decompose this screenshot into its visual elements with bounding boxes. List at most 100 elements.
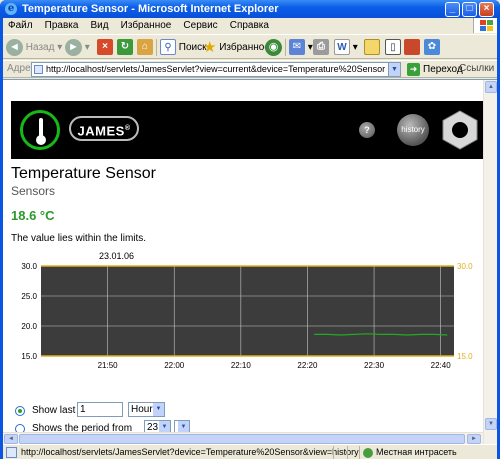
messenger-button[interactable]: ✿ [424, 38, 440, 57]
close-button[interactable]: × [479, 2, 494, 17]
toolbar-separator [156, 39, 157, 56]
note-icon [364, 39, 380, 56]
go-button[interactable]: ➜ Переход [407, 63, 463, 76]
status-separator [333, 446, 334, 459]
window-title: Temperature Sensor - Microsoft Internet … [22, 3, 279, 15]
menu-tools[interactable]: Сервис [183, 18, 217, 33]
scroll-left-icon[interactable]: ◄ [4, 434, 18, 444]
favorites-button[interactable]: ★ Избранное [203, 38, 270, 57]
scroll-right-icon[interactable]: ► [467, 434, 481, 444]
windows-logo-icon [473, 18, 497, 33]
star-icon: ★ [203, 39, 217, 56]
discuss-button[interactable] [364, 38, 380, 57]
logo-text: JAMES [77, 123, 125, 139]
minimize-button[interactable]: _ [445, 2, 460, 17]
refresh-icon: ↻ [117, 39, 133, 56]
links-button[interactable]: Ссылки [459, 63, 494, 74]
thermometer-icon [20, 110, 60, 150]
address-dropdown-icon[interactable]: ▼ [388, 62, 401, 77]
chart-title: 23.01.06 [99, 251, 134, 261]
menu-bar: Файл Правка Вид Избранное Сервис Справка [3, 18, 497, 33]
search-icon: ⚲ [160, 39, 176, 56]
show-last-label: Show last [32, 405, 76, 416]
scroll-down-icon[interactable]: ▼ [485, 418, 497, 430]
status-text: http://localhost/servlets/JamesServlet?d… [21, 447, 359, 457]
page-icon [34, 65, 43, 74]
menu-view[interactable]: Вид [91, 18, 109, 33]
forward-button[interactable]: ► ▾ [65, 38, 90, 57]
unit-select[interactable]: Hours ▼ [128, 402, 165, 417]
home-button[interactable]: ⌂ [137, 38, 153, 57]
lower-limit-label: 15.0 [457, 352, 473, 361]
x-tick-label: 22:40 [431, 361, 452, 370]
address-url: http://localhost/servlets/JamesServlet?v… [46, 64, 386, 74]
book-icon [404, 39, 420, 56]
toolbar: ◄ Назад ▾ ► ▾ × ↻ ⌂ ⚲ Поиск ★ Избранное … [3, 34, 497, 59]
help-button[interactable]: ? [359, 122, 375, 138]
go-arrow-icon: ➜ [407, 63, 420, 76]
page-status-icon [6, 447, 17, 458]
maximize-button[interactable]: □ [462, 2, 477, 17]
search-button[interactable]: ⚲ Поиск [160, 38, 207, 57]
limits-status-text: The value lies within the limits. [11, 233, 147, 244]
status-separator [347, 446, 348, 459]
page-title: Temperature Sensor [11, 165, 156, 182]
home-icon: ⌂ [137, 39, 153, 56]
menu-favorites[interactable]: Избранное [121, 18, 172, 33]
title-bar[interactable]: e Temperature Sensor - Microsoft Interne… [0, 0, 500, 18]
scroll-up-icon[interactable]: ▲ [485, 81, 497, 93]
research-button[interactable]: ▯ [385, 38, 401, 57]
x-tick-label: 21:50 [98, 361, 119, 370]
menu-file[interactable]: Файл [8, 18, 33, 33]
mail-button[interactable]: ✉ ▾ [289, 38, 313, 57]
media-icon: ◉ [265, 38, 282, 56]
address-input[interactable]: http://localhost/servlets/JamesServlet?v… [31, 62, 400, 77]
media-button[interactable]: ◉ [265, 38, 282, 57]
x-tick-label: 22:20 [297, 361, 318, 370]
show-last-radio[interactable] [15, 406, 25, 416]
security-zone: Местная интрасеть [363, 447, 457, 458]
logo-mark: ® [124, 125, 131, 132]
menu-help[interactable]: Справка [230, 18, 269, 33]
vertical-scrollbar[interactable]: ▲ ▼ [483, 80, 497, 444]
status-bar: http://localhost/servlets/JamesServlet?d… [3, 444, 497, 459]
james-logo: JAMES® [69, 116, 139, 141]
stop-button[interactable]: × [97, 38, 113, 57]
y-tick-label: 15.0 [21, 352, 37, 361]
window-client: Файл Правка Вид Избранное Сервис Справка… [3, 18, 497, 459]
settings-nut-icon[interactable] [440, 110, 480, 150]
forward-arrow-icon: ► [65, 38, 82, 56]
bookmark-button[interactable] [404, 38, 420, 57]
show-last-input[interactable]: 1 [77, 402, 123, 417]
temperature-chart: 23.01.06 21:50 22:00 22:10 22:20 22:30 22:40 30… [21, 251, 473, 370]
zone-label: Местная интрасеть [376, 447, 457, 457]
upper-limit-label: 30.0 [457, 262, 473, 271]
browser-window: e Temperature Sensor - Microsoft Interne… [0, 0, 500, 459]
x-tick-label: 22:10 [231, 361, 252, 370]
messenger-icon: ✿ [424, 39, 440, 56]
status-separator [359, 446, 360, 459]
print-button[interactable]: ⎙ [313, 38, 329, 57]
toolbar-separator [285, 39, 286, 56]
stop-icon: × [97, 39, 113, 56]
refresh-button[interactable]: ↻ [117, 38, 133, 57]
back-button[interactable]: ◄ Назад ▾ [6, 38, 62, 57]
plot-area [41, 266, 454, 356]
x-tick-label: 22:00 [164, 361, 185, 370]
back-label: Назад [25, 42, 55, 53]
chevron-down-icon: ▼ [153, 403, 164, 416]
ie-icon: e [5, 3, 17, 15]
page-viewport: JAMES® ? history Temperature Sensor Sens… [3, 79, 497, 444]
menu-edit[interactable]: Правка [45, 18, 79, 33]
x-tick-label: 22:30 [364, 361, 385, 370]
y-tick-label: 20.0 [21, 322, 37, 331]
word-icon: W [334, 39, 350, 56]
horizontal-scrollbar[interactable]: ◄ ► [3, 432, 483, 444]
favorites-label: Избранное [219, 42, 270, 54]
scroll-thumb[interactable] [19, 434, 465, 444]
james-header: JAMES® ? history [11, 101, 485, 159]
history-button[interactable]: history [397, 114, 429, 146]
mail-icon: ✉ [289, 39, 305, 56]
intranet-icon [363, 447, 373, 458]
edit-button[interactable]: W ▾ [334, 38, 358, 57]
